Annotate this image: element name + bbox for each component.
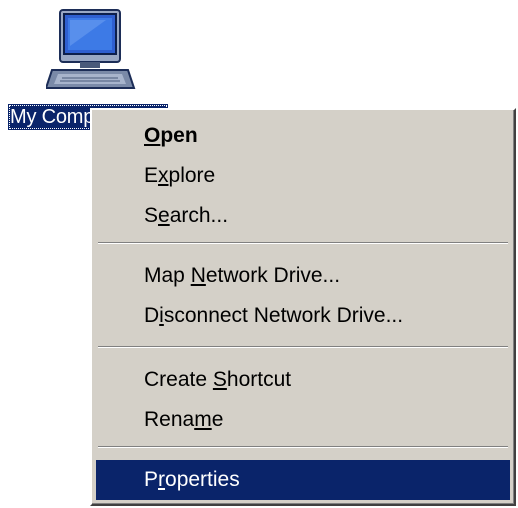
- menu-item-disconnect-network-drive[interactable]: Disconnect Network Drive...: [96, 296, 510, 336]
- menu-item-disconnect-network-drive-label: Disconnect Network Drive...: [144, 304, 404, 327]
- menu-item-open[interactable]: Open: [96, 116, 510, 156]
- menu-item-open-mnemonic: O: [144, 124, 161, 147]
- computer-icon[interactable]: [44, 8, 138, 100]
- menu-item-explore[interactable]: Explore: [96, 156, 510, 196]
- menu-item-map-network-drive[interactable]: Map Network Drive...: [96, 256, 510, 296]
- menu-item-properties-label: Properties: [144, 468, 240, 491]
- menu-item-create-shortcut-label: Create Shortcut: [144, 368, 292, 391]
- menu-item-explore-label: Explore: [144, 164, 216, 187]
- menu-separator: [98, 242, 508, 244]
- menu-item-map-network-drive-label: Map Network Drive...: [144, 264, 341, 287]
- menu-item-search[interactable]: Search...: [96, 196, 510, 236]
- menu-item-properties[interactable]: Properties: [96, 460, 510, 500]
- menu-item-rename-label: Rename: [144, 408, 224, 431]
- menu-item-search-label: Search...: [144, 204, 229, 227]
- menu-separator: [98, 446, 508, 448]
- menu-separator: [98, 346, 508, 348]
- menu-item-create-shortcut[interactable]: Create Shortcut: [96, 360, 510, 400]
- menu-item-rename[interactable]: Rename: [96, 400, 510, 440]
- menu-item-open-label-rest: pen: [160, 124, 198, 147]
- context-menu: Open Explore Search... Map Network Drive…: [90, 108, 516, 506]
